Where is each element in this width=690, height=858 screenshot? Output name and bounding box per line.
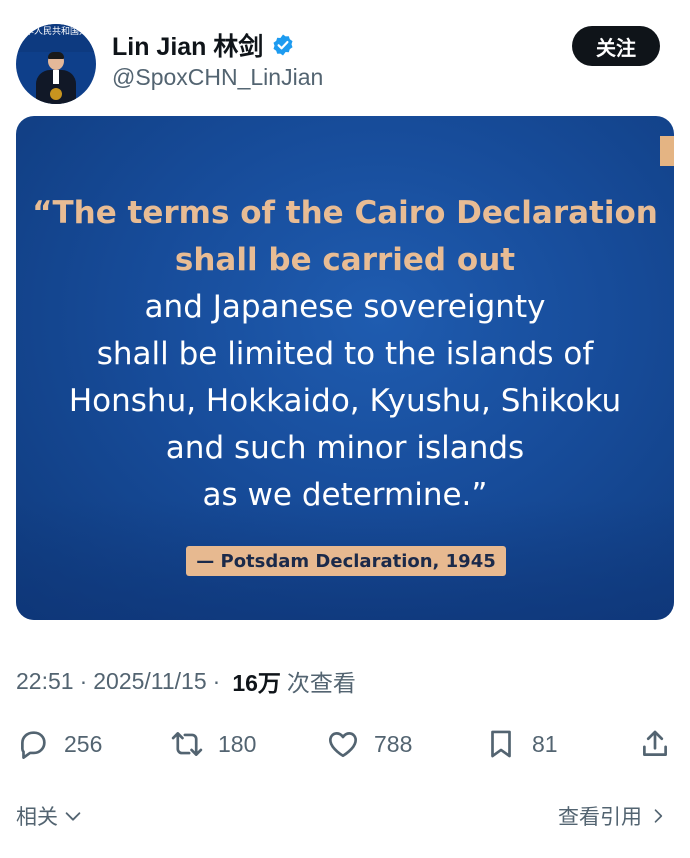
chevron-down-icon bbox=[65, 812, 81, 821]
follow-button[interactable]: 关注 bbox=[572, 26, 660, 66]
post-date[interactable]: 2025/11/15 bbox=[93, 668, 206, 695]
related-dropdown[interactable]: 相关 bbox=[16, 796, 84, 836]
heart-icon bbox=[329, 732, 357, 758]
quote-line: “The terms of the Cairo Declaration bbox=[32, 195, 658, 231]
meta-separator: · bbox=[212, 667, 221, 694]
view-quotes-label: 查看引用 bbox=[558, 805, 642, 829]
avatar-caption: 中华人民共和国外交部 Ministry of Foreign Affairs bbox=[16, 24, 96, 52]
name-row: Lin Jian 林剑 bbox=[112, 28, 295, 62]
bookmark-button[interactable]: 81 bbox=[484, 722, 558, 766]
quote-attribution: — Potsdam Declaration, 1945 bbox=[186, 546, 506, 576]
share-icon bbox=[643, 730, 667, 756]
like-count: 788 bbox=[374, 730, 413, 757]
quote-line: as we determine.” bbox=[202, 477, 488, 513]
share-button[interactable] bbox=[638, 722, 672, 766]
view-quotes-link[interactable]: 查看引用 bbox=[558, 796, 668, 836]
verified-badge-icon bbox=[271, 33, 295, 57]
bottom-row: 相关 查看引用 bbox=[0, 796, 690, 836]
repost-button[interactable]: 180 bbox=[170, 722, 256, 766]
reply-button[interactable]: 256 bbox=[16, 722, 102, 766]
emblem-icon bbox=[50, 88, 62, 100]
post-header: 中华人民共和国外交部 Ministry of Foreign Affairs L… bbox=[0, 0, 690, 110]
like-button[interactable]: 788 bbox=[326, 722, 412, 766]
repost-icon bbox=[171, 732, 203, 756]
card-accent-tab bbox=[660, 136, 674, 166]
quote-line: and Japanese sovereignty bbox=[144, 289, 546, 325]
meta-separator: · bbox=[79, 667, 88, 694]
bookmark-icon bbox=[491, 730, 511, 758]
bookmark-count: 81 bbox=[532, 730, 558, 757]
repost-count: 180 bbox=[218, 730, 257, 757]
post-time[interactable]: 22:51 bbox=[16, 668, 74, 695]
views-label: 次查看 bbox=[286, 670, 356, 696]
quote-line: shall be limited to the islands of bbox=[96, 336, 594, 372]
quote-image-card[interactable]: “The terms of the Cairo Declaration shal… bbox=[16, 116, 674, 620]
avatar[interactable]: 中华人民共和国外交部 Ministry of Foreign Affairs bbox=[16, 24, 96, 104]
quote-line: shall be carried out bbox=[174, 242, 516, 278]
display-name[interactable]: Lin Jian 林剑 bbox=[112, 27, 263, 63]
quote-line: and such minor islands bbox=[165, 430, 525, 466]
related-label: 相关 bbox=[16, 805, 58, 829]
action-bar: 256 180 788 81 bbox=[0, 722, 690, 766]
chevron-right-icon bbox=[654, 809, 663, 823]
user-handle[interactable]: @SpoxCHN_LinJian bbox=[112, 64, 323, 91]
views-count: 16万 bbox=[232, 670, 281, 696]
reply-count: 256 bbox=[64, 730, 103, 757]
quote-text: “The terms of the Cairo Declaration shal… bbox=[16, 190, 674, 519]
quote-line: Honshu, Hokkaido, Kyushu, Shikoku bbox=[68, 383, 622, 419]
reply-icon bbox=[21, 731, 46, 759]
post-meta: 22:51 · 2025/11/15 · 16万 次查看 bbox=[16, 664, 356, 698]
